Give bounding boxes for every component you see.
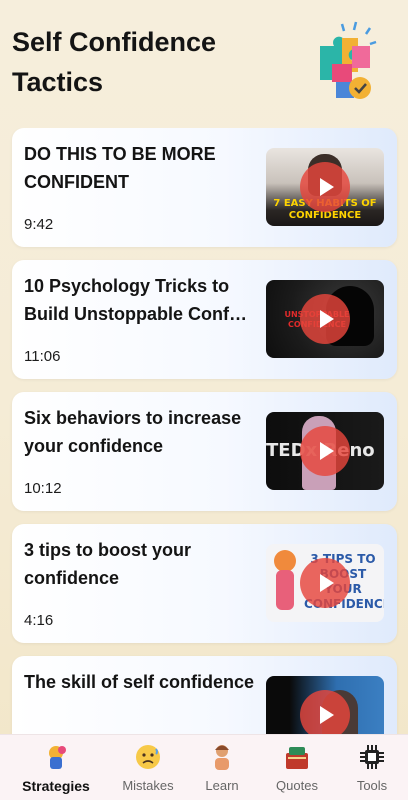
- nav-item-learn[interactable]: Learn: [182, 735, 262, 800]
- video-title: The skill of self confidence: [24, 672, 255, 692]
- video-list[interactable]: DO THIS TO BE MORE CONFIDENT 9:42 7 EASY…: [0, 128, 408, 734]
- video-title: 10 Psychology Tricks to Build Unstoppabl…: [24, 276, 247, 324]
- nav-item-strategies[interactable]: Strategies: [16, 735, 96, 800]
- worried-face-icon: [134, 743, 162, 771]
- video-title: DO THIS TO BE MORE CONFIDENT: [24, 144, 216, 192]
- play-icon[interactable]: [300, 162, 350, 212]
- nav-item-mistakes[interactable]: Mistakes: [108, 735, 188, 800]
- video-thumbnail[interactable]: UNSTOPPABLE CONFIDENCE: [266, 280, 384, 358]
- quote-book-icon: [283, 743, 311, 771]
- video-thumbnail[interactable]: TEDx Reno: [266, 412, 384, 490]
- video-card[interactable]: The skill of self confidence: [12, 656, 397, 734]
- video-duration: 10:12: [24, 480, 62, 497]
- play-icon[interactable]: [300, 294, 350, 344]
- video-thumbnail[interactable]: 7 EASY HABITS OF CONFIDENCE: [266, 148, 384, 226]
- page-title: Self Confidence Tactics: [12, 27, 217, 97]
- play-icon[interactable]: [300, 690, 350, 734]
- nav-label: Strategies: [22, 778, 90, 794]
- bottom-navigation: Strategies Mistakes Learn Quotes Tools: [0, 734, 408, 800]
- play-icon[interactable]: [300, 558, 350, 608]
- nav-label: Tools: [356, 778, 388, 793]
- strategies-icon: [36, 741, 76, 773]
- video-card[interactable]: 10 Psychology Tricks to Build Unstoppabl…: [12, 260, 397, 379]
- nav-label: Learn: [205, 778, 239, 793]
- puzzle-head-logo-icon: [320, 21, 377, 99]
- video-thumbnail[interactable]: [266, 676, 384, 734]
- nav-item-quotes[interactable]: Quotes: [257, 735, 337, 800]
- video-duration: 11:06: [24, 348, 61, 365]
- tools-chip-icon: [358, 743, 386, 771]
- video-card[interactable]: 3 tips to boost your confidence 4:16 3 T…: [12, 524, 397, 643]
- learner-icon: [208, 743, 236, 771]
- video-duration: 4:16: [24, 612, 54, 629]
- video-title: 3 tips to boost your confidence: [24, 540, 192, 588]
- app-header: Self Confidence Tactics: [0, 0, 408, 120]
- nav-label: Quotes: [276, 778, 318, 793]
- video-card[interactable]: DO THIS TO BE MORE CONFIDENT 9:42 7 EASY…: [12, 128, 397, 247]
- nav-label: Mistakes: [122, 778, 174, 793]
- video-title: Six behaviors to increase your confidenc…: [24, 408, 242, 456]
- nav-item-tools[interactable]: Tools: [332, 735, 408, 800]
- video-card[interactable]: Six behaviors to increase your confidenc…: [12, 392, 397, 511]
- video-duration: 9:42: [24, 216, 54, 233]
- video-thumbnail[interactable]: 3 TIPS TO BOOST YOUR CONFIDENCE: [266, 544, 384, 622]
- play-icon[interactable]: [300, 426, 350, 476]
